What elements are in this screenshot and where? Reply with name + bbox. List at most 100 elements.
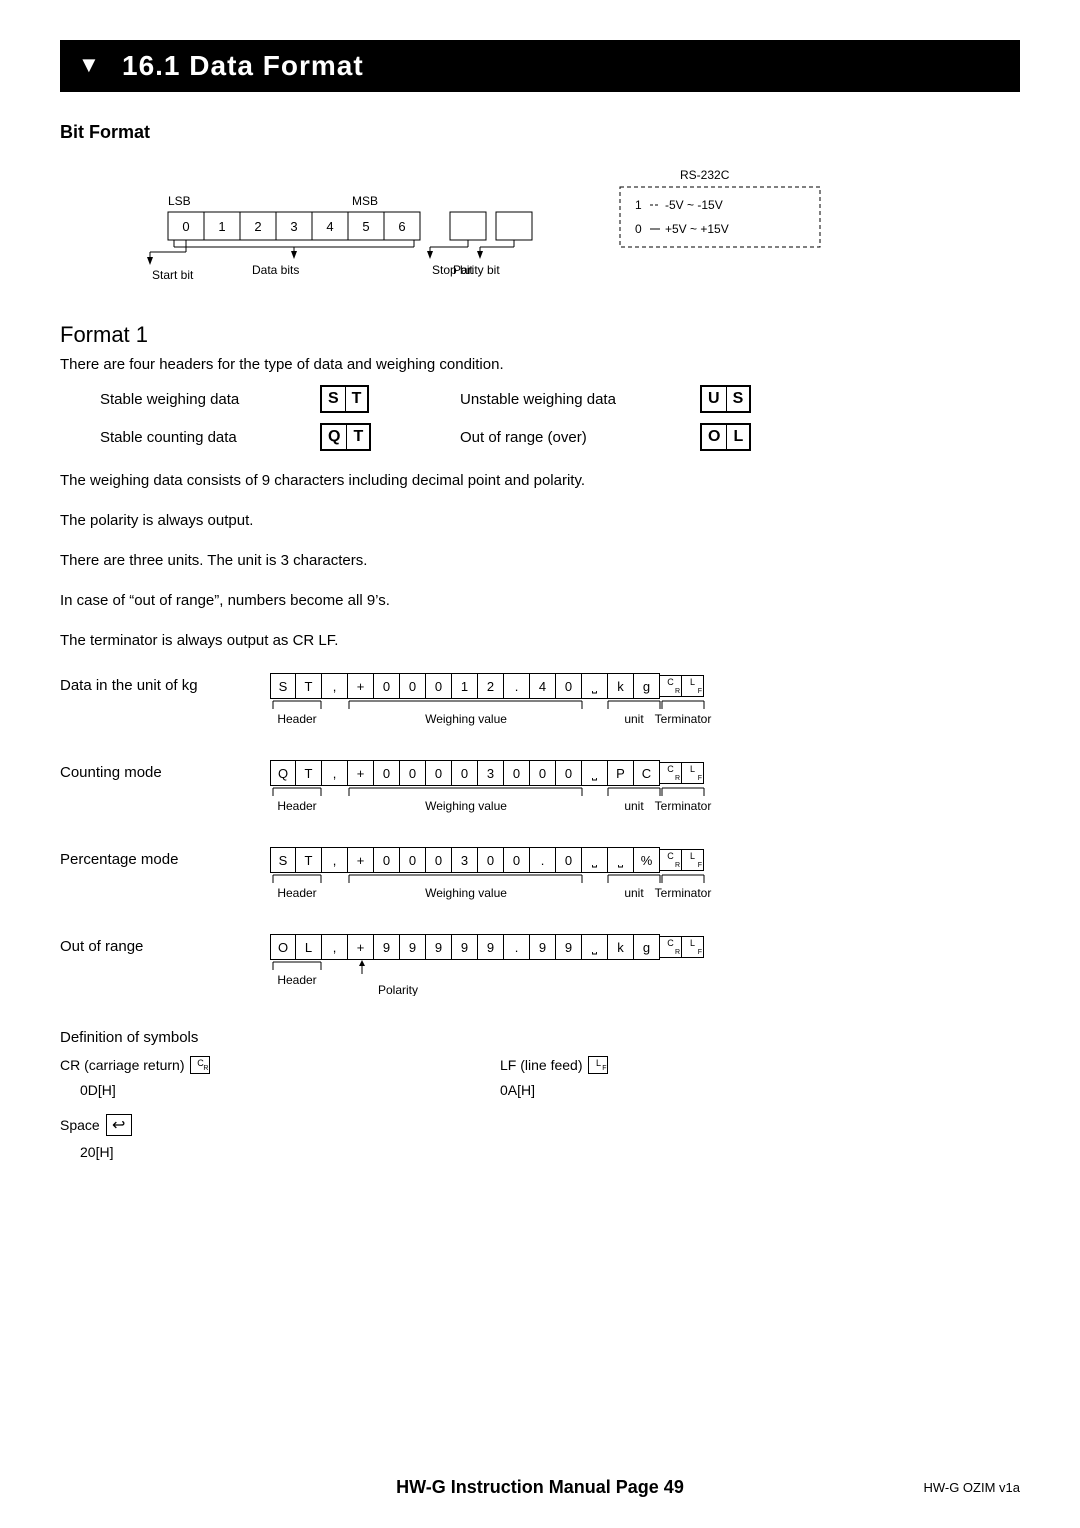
svg-text:0: 0	[635, 222, 642, 236]
example-counting-chars: Q T , + 0 0 0 0 3 0 0 0 ⎵ P C CR	[270, 760, 790, 786]
svg-text:Weighing value: Weighing value	[425, 799, 507, 813]
svg-text:1: 1	[218, 219, 225, 234]
format1-title: Format 1	[60, 322, 1020, 348]
svg-text:unit: unit	[624, 712, 644, 726]
unstable-weighing-label: Unstable weighing data	[440, 391, 700, 408]
bit-diagram-svg: LSB 0 1 2 3 4 MSB 5	[60, 157, 960, 287]
example-kg: Data in the unit of kg S T , + 0 0 0 1 2…	[60, 673, 1020, 732]
def-lf: LF (line feed) LF	[500, 1056, 900, 1074]
svg-text:Weighing value: Weighing value	[425, 886, 507, 900]
example-out-of-range: Out of range O L , + 9 9 9 9 9 . 9 9 ⎵ k	[60, 934, 1020, 1001]
example-kg-chars: S T , + 0 0 0 1 2 . 4 0 ⎵ k g	[270, 673, 790, 699]
char-T: T	[296, 673, 322, 699]
svg-text:unit: unit	[624, 799, 644, 813]
bit-diagram-container: LSB 0 1 2 3 4 MSB 5	[60, 157, 1020, 292]
def-lf-box: LF	[588, 1056, 608, 1074]
data-examples: Data in the unit of kg S T , + 0 0 0 1 2…	[60, 673, 1020, 1001]
char-dot: .	[504, 673, 530, 699]
annot-svg-pct: Header Weighing value unit Terminator	[270, 873, 790, 901]
page-header: ▼ 16.1 Data Format	[60, 40, 1020, 92]
example-percentage: Percentage mode S T , + 0 0 0 3 0 0 . 0 …	[60, 847, 1020, 906]
char-k: k	[608, 673, 634, 699]
example-percentage-chars: S T , + 0 0 0 3 0 0 . 0 ⎵ ⎵ % CR	[270, 847, 790, 873]
example-percentage-right: S T , + 0 0 0 3 0 0 . 0 ⎵ ⎵ % CR	[270, 847, 790, 906]
svg-text:4: 4	[326, 219, 333, 234]
def-lf-hex: 0A[H]	[500, 1082, 900, 1098]
page: ▼ 16.1 Data Format Bit Format LSB 0 1 2	[0, 0, 1080, 1528]
svg-text:MSB: MSB	[352, 194, 378, 208]
def-space-box: ↩	[106, 1114, 132, 1136]
svg-text:Parity bit: Parity bit	[453, 263, 500, 277]
char-space1: ⎵	[582, 673, 608, 699]
example-counting-right: Q T , + 0 0 0 0 3 0 0 0 ⎵ P C CR	[270, 760, 790, 819]
body-text-4: In case of “out of range”, numbers becom…	[60, 589, 1020, 613]
svg-text:Header: Header	[277, 712, 316, 726]
char-0a: 0	[374, 673, 400, 699]
svg-text:+5V ~ +15V: +5V ~ +15V	[665, 222, 729, 236]
char-g: g	[634, 673, 660, 699]
stable-weighing-label: Stable weighing data	[60, 391, 320, 408]
svg-text:6: 6	[398, 219, 405, 234]
unstable-weighing-code: U S	[700, 385, 820, 413]
example-kg-right: S T , + 0 0 0 1 2 . 4 0 ⎵ k g	[270, 673, 790, 732]
format1-section: Format 1 There are four headers for the …	[60, 322, 1020, 653]
svg-text:0: 0	[182, 219, 189, 234]
example-oor-right: O L , + 9 9 9 9 9 . 9 9 ⎵ k g CR	[270, 934, 790, 1001]
annot-svg-counting: Header Weighing value unit Terminator	[270, 786, 790, 814]
char-0d: 0	[556, 673, 582, 699]
def-space: Space ↩	[60, 1114, 500, 1136]
char-0c: 0	[426, 673, 452, 699]
svg-text:-5V ~ -15V: -5V ~ -15V	[665, 198, 723, 212]
svg-text:unit: unit	[624, 886, 644, 900]
char-S: S	[270, 673, 296, 699]
section-icon: ▼	[78, 52, 108, 80]
def-cr-hex: 0D[H]	[60, 1082, 500, 1098]
char-1: 1	[452, 673, 478, 699]
char-4: 4	[530, 673, 556, 699]
char-cr: CR	[660, 675, 682, 697]
svg-text:Polarity: Polarity	[378, 983, 418, 996]
svg-text:1: 1	[635, 198, 642, 212]
def-cr: CR (carriage return) CR	[60, 1056, 500, 1074]
out-of-range-label: Out of range (over)	[440, 429, 700, 446]
bit-format-title: Bit Format	[60, 122, 1020, 143]
page-title: 16.1 Data Format	[122, 50, 364, 82]
svg-text:Data bits: Data bits	[252, 263, 299, 277]
char-2: 2	[478, 673, 504, 699]
stable-counting-code: Q T	[320, 423, 440, 451]
example-oor-chars: O L , + 9 9 9 9 9 . 9 9 ⎵ k g CR	[270, 934, 790, 960]
svg-text:Terminator: Terminator	[655, 886, 712, 900]
svg-text:RS-232C: RS-232C	[680, 168, 730, 182]
example-counting: Counting mode Q T , + 0 0 0 0 3 0 0 0 ⎵ …	[60, 760, 1020, 819]
example-counting-label: Counting mode	[60, 760, 250, 781]
stable-counting-label: Stable counting data	[60, 429, 320, 446]
body-text-5: The terminator is always output as CR LF…	[60, 629, 1020, 653]
svg-text:Start bit: Start bit	[152, 268, 194, 282]
svg-text:Terminator: Terminator	[655, 799, 712, 813]
body-text-2: The polarity is always output.	[60, 509, 1020, 533]
format1-desc: There are four headers for the type of d…	[60, 356, 1020, 373]
page-footer: HW-G Instruction Manual Page 49 HW-G OZI…	[0, 1477, 1080, 1498]
svg-text:Header: Header	[277, 886, 316, 900]
def-section: Definition of symbols CR (carriage retur…	[60, 1029, 1020, 1160]
svg-text:Header: Header	[277, 799, 316, 813]
example-oor-label: Out of range	[60, 934, 250, 955]
def-grid: CR (carriage return) CR LF (line feed) L…	[60, 1056, 1020, 1160]
svg-text:Terminator: Terminator	[655, 712, 712, 726]
svg-text:Weighing value: Weighing value	[425, 712, 507, 726]
bit-format-section: Bit Format LSB 0 1 2 3 4	[60, 122, 1020, 292]
def-space-label: Space	[60, 1117, 100, 1133]
def-cr-label: CR (carriage return)	[60, 1057, 184, 1073]
body-text-1: The weighing data consists of 9 characte…	[60, 469, 1020, 493]
svg-text:3: 3	[290, 219, 297, 234]
example-percentage-label: Percentage mode	[60, 847, 250, 868]
def-lf-label: LF (line feed)	[500, 1057, 582, 1073]
footer-main: HW-G Instruction Manual Page 49	[396, 1477, 684, 1498]
def-title: Definition of symbols	[60, 1029, 1020, 1046]
example-kg-label: Data in the unit of kg	[60, 673, 250, 694]
def-cr-box: CR	[190, 1056, 210, 1074]
svg-text:Header: Header	[277, 973, 316, 987]
footer-sub: HW-G OZIM v1a	[923, 1480, 1020, 1495]
svg-text:2: 2	[254, 219, 261, 234]
out-of-range-code: O L	[700, 423, 820, 451]
